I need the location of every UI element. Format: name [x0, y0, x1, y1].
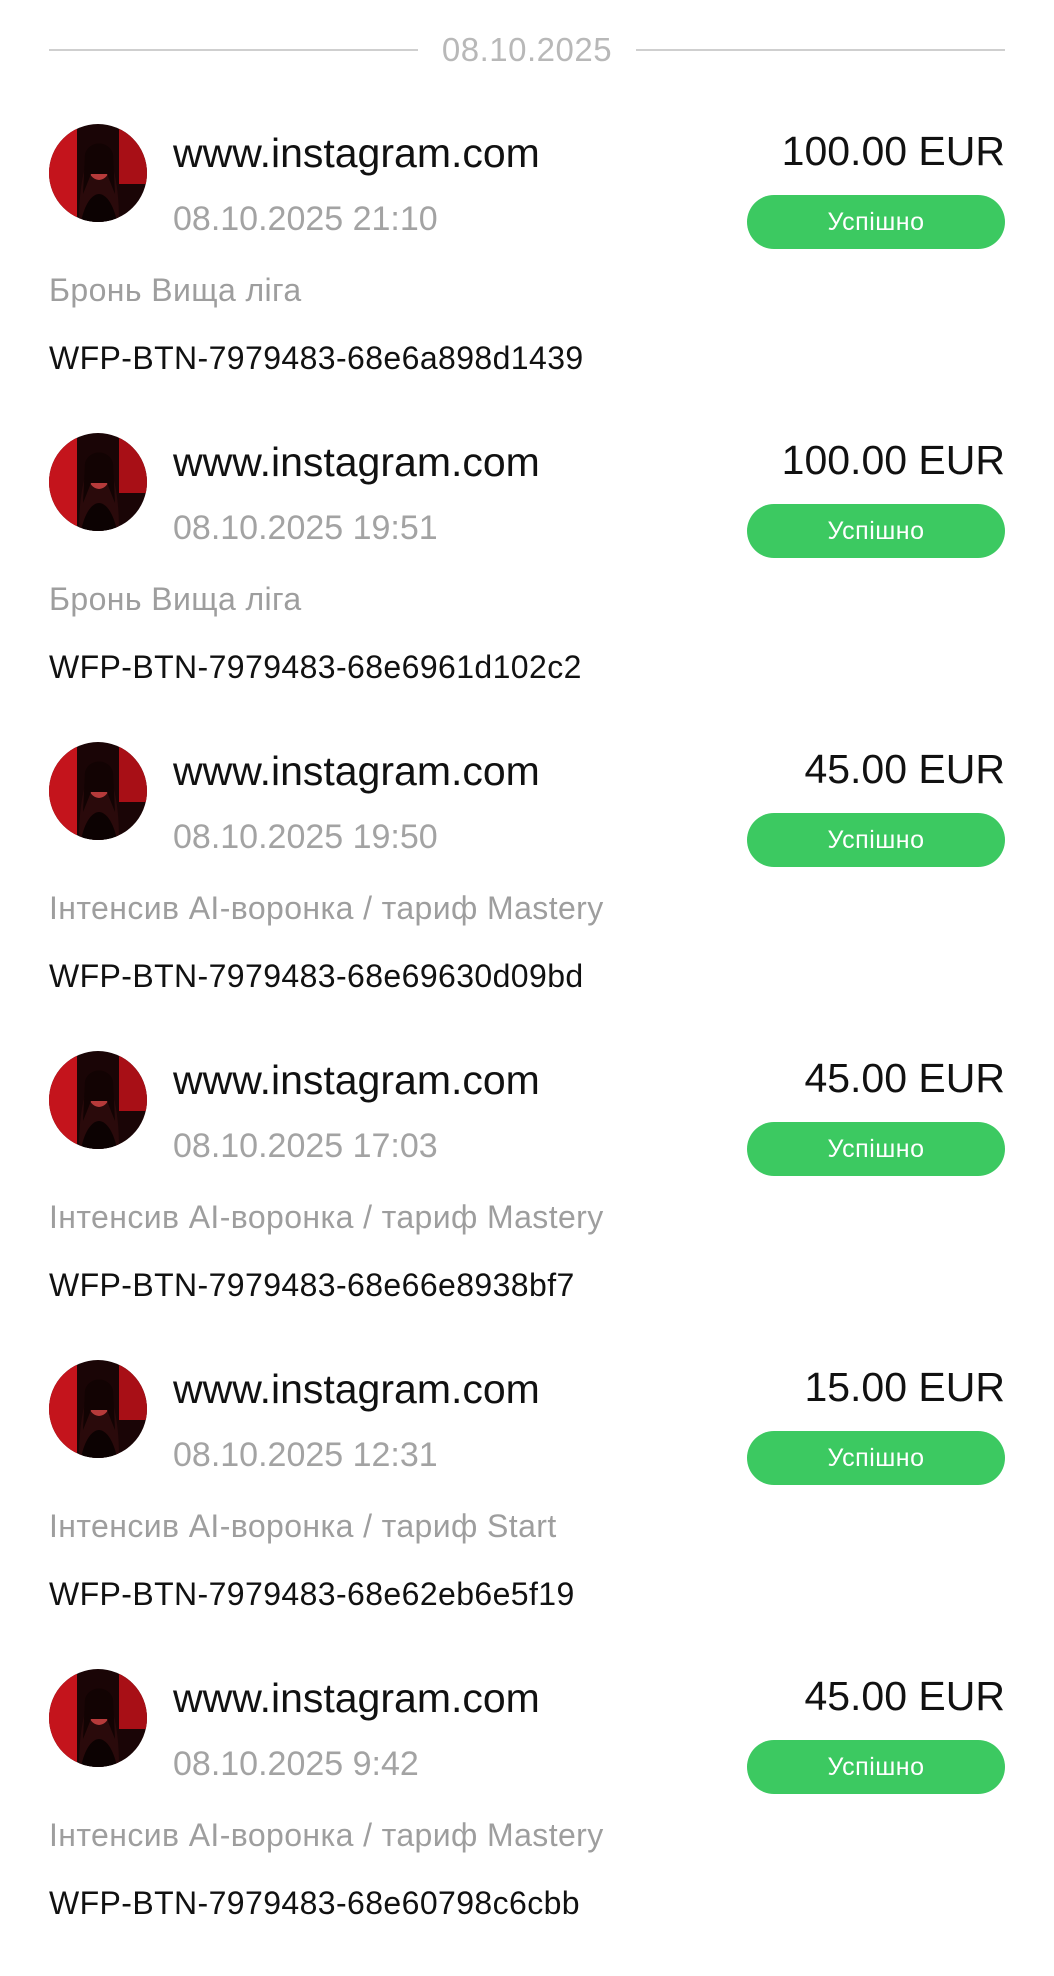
merchant-avatar-icon — [49, 742, 147, 840]
merchant-name: www.instagram.com — [173, 748, 540, 794]
transaction-item[interactable]: www.instagram.com 08.10.2025 19:50 45.00… — [0, 740, 1054, 1049]
merchant-name: www.instagram.com — [173, 1057, 540, 1103]
transaction-description: Бронь Вища ліга — [49, 272, 302, 308]
merchant-name: www.instagram.com — [173, 439, 540, 485]
order-id: WFP-BTN-7979483-68e6961d102c2 — [49, 649, 582, 685]
merchant-avatar-icon — [49, 433, 147, 531]
transaction-amount: 100.00 EUR — [781, 128, 1005, 174]
transaction-amount: 45.00 EUR — [804, 1055, 1005, 1101]
merchant-avatar-icon — [49, 1051, 147, 1149]
transaction-item[interactable]: www.instagram.com 08.10.2025 17:03 45.00… — [0, 1049, 1054, 1358]
transaction-datetime: 08.10.2025 17:03 — [173, 1127, 438, 1165]
transaction-list: www.instagram.com 08.10.2025 21:10 100.0… — [0, 122, 1054, 1976]
merchant-avatar-icon — [49, 124, 147, 222]
transaction-description: Інтенсив AI-воронка / тариф Mastery — [49, 1817, 604, 1853]
transaction-description: Інтенсив AI-воронка / тариф Mastery — [49, 1199, 604, 1235]
transaction-datetime: 08.10.2025 19:50 — [173, 818, 438, 856]
date-divider: 08.10.2025 — [49, 22, 1006, 78]
merchant-name: www.instagram.com — [173, 130, 540, 176]
divider-line-right — [636, 49, 1006, 51]
transaction-amount: 45.00 EUR — [804, 1673, 1005, 1719]
transaction-datetime: 08.10.2025 21:10 — [173, 200, 438, 238]
transaction-datetime: 08.10.2025 19:51 — [173, 509, 438, 547]
transaction-datetime: 08.10.2025 9:42 — [173, 1745, 419, 1783]
status-badge: Успішно — [747, 1740, 1005, 1794]
order-id: WFP-BTN-7979483-68e62eb6e5f19 — [49, 1576, 575, 1612]
transaction-description: Інтенсив AI-воронка / тариф Mastery — [49, 890, 604, 926]
status-badge: Успішно — [747, 504, 1005, 558]
order-id: WFP-BTN-7979483-68e66e8938bf7 — [49, 1267, 575, 1303]
status-badge: Успішно — [747, 1431, 1005, 1485]
transaction-item[interactable]: www.instagram.com 08.10.2025 12:31 15.00… — [0, 1358, 1054, 1667]
transaction-item[interactable]: www.instagram.com 08.10.2025 9:42 45.00 … — [0, 1667, 1054, 1976]
transaction-item[interactable]: www.instagram.com 08.10.2025 19:51 100.0… — [0, 431, 1054, 740]
transaction-description: Бронь Вища ліга — [49, 581, 302, 617]
status-badge: Успішно — [747, 1122, 1005, 1176]
status-badge: Успішно — [747, 813, 1005, 867]
merchant-avatar-icon — [49, 1669, 147, 1767]
order-id: WFP-BTN-7979483-68e69630d09bd — [49, 958, 584, 994]
transaction-amount: 15.00 EUR — [804, 1364, 1005, 1410]
transaction-amount: 100.00 EUR — [781, 437, 1005, 483]
transaction-description: Інтенсив AI-воронка / тариф Start — [49, 1508, 557, 1544]
divider-line-left — [49, 49, 418, 51]
merchant-name: www.instagram.com — [173, 1675, 540, 1721]
date-divider-label: 08.10.2025 — [441, 31, 613, 68]
transaction-datetime: 08.10.2025 12:31 — [173, 1436, 438, 1474]
merchant-avatar-icon — [49, 1360, 147, 1458]
order-id: WFP-BTN-7979483-68e6a898d1439 — [49, 340, 584, 376]
transaction-item[interactable]: www.instagram.com 08.10.2025 21:10 100.0… — [0, 122, 1054, 431]
merchant-name: www.instagram.com — [173, 1366, 540, 1412]
status-badge: Успішно — [747, 195, 1005, 249]
transaction-amount: 45.00 EUR — [804, 746, 1005, 792]
order-id: WFP-BTN-7979483-68e60798c6cbb — [49, 1885, 581, 1921]
